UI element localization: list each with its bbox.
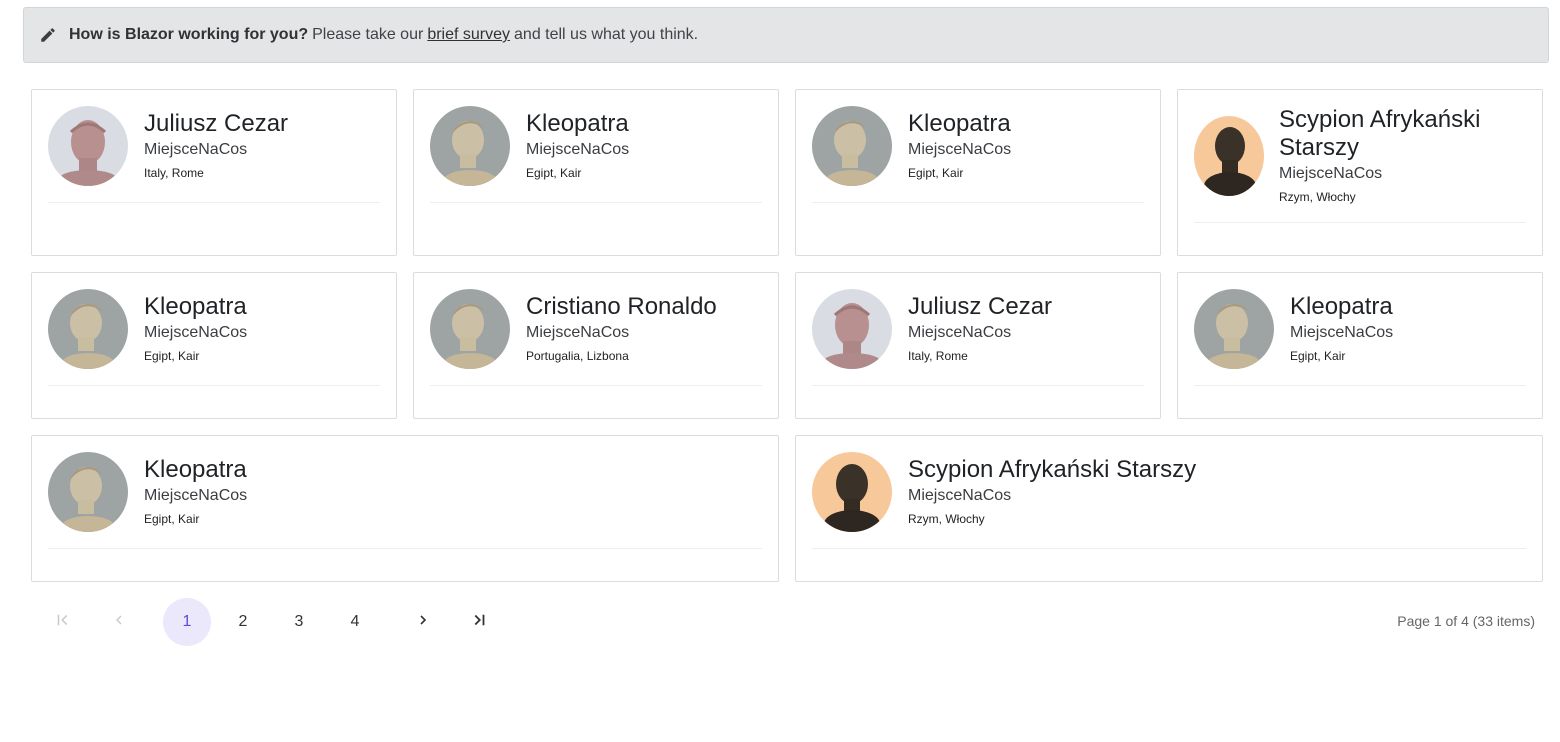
person-location: Egipt, Kair <box>144 512 200 526</box>
page-2-button[interactable]: 2 <box>219 598 267 646</box>
card-divider <box>812 202 1144 203</box>
next-page-icon <box>415 612 431 633</box>
avatar-caesar-bust <box>812 289 892 369</box>
person-name: Kleopatra <box>144 293 247 320</box>
person-place: MiejsceNaCos <box>1279 165 1383 182</box>
avatar-cleopatra-bust <box>48 452 128 532</box>
person-card[interactable]: Scypion Afrykański Starszy MiejsceNaCos … <box>795 435 1543 582</box>
person-location: Rzym, Włochy <box>1279 190 1356 204</box>
survey-banner: How is Blazor working for you? Please ta… <box>23 7 1549 63</box>
card-divider <box>812 385 1144 386</box>
pencil-icon <box>39 26 57 44</box>
prev-page-icon <box>111 612 127 633</box>
person-card[interactable]: Kleopatra MiejsceNaCos Egipt, Kair <box>413 89 779 256</box>
person-name: Juliusz Cezar <box>908 293 1053 320</box>
person-location: Rzym, Włochy <box>908 512 985 526</box>
person-location: Egipt, Kair <box>1290 349 1346 363</box>
banner-question: How is Blazor working for you? <box>69 26 309 43</box>
pager-summary: Page 1 of 4 (33 items) <box>1397 613 1535 629</box>
person-place: MiejsceNaCos <box>144 141 248 158</box>
avatar-cleopatra-bust <box>430 289 510 369</box>
person-location: Italy, Rome <box>144 166 204 180</box>
person-place: MiejsceNaCos <box>144 324 248 341</box>
pager: 1 2 3 4 Page 1 of 4 (33 items) <box>31 598 1543 646</box>
person-card[interactable]: Kleopatra MiejsceNaCos Egipt, Kair <box>795 89 1161 256</box>
person-place: MiejsceNaCos <box>526 141 630 158</box>
avatar-cleopatra-bust <box>1194 289 1274 369</box>
person-card[interactable]: Kleopatra MiejsceNaCos Egipt, Kair <box>31 435 779 582</box>
person-card[interactable]: Juliusz Cezar MiejsceNaCos Italy, Rome <box>31 89 397 256</box>
avatar-cleopatra-bust <box>430 106 510 186</box>
avatar-scipio-bust <box>1194 116 1264 196</box>
person-place: MiejsceNaCos <box>1290 324 1394 341</box>
next-page-button[interactable] <box>399 598 447 646</box>
person-location: Egipt, Kair <box>526 166 582 180</box>
person-place: MiejsceNaCos <box>526 324 630 341</box>
page-3-button[interactable]: 3 <box>275 598 323 646</box>
first-page-icon <box>54 611 72 634</box>
person-location: Portugalia, Lizbona <box>526 349 629 363</box>
survey-link[interactable]: brief survey <box>427 26 510 44</box>
card-divider <box>812 548 1526 549</box>
card-divider <box>1194 222 1526 223</box>
person-name: Kleopatra <box>908 110 1011 137</box>
page-4-button[interactable]: 4 <box>331 598 379 646</box>
person-place: MiejsceNaCos <box>908 487 1012 504</box>
card-divider <box>48 202 380 203</box>
card-divider <box>430 385 762 386</box>
card-divider <box>430 202 762 203</box>
avatar-cleopatra-bust <box>812 106 892 186</box>
person-name: Kleopatra <box>1290 293 1393 320</box>
last-page-icon <box>470 611 488 634</box>
person-card[interactable]: Juliusz Cezar MiejsceNaCos Italy, Rome <box>795 272 1161 419</box>
card-divider <box>48 548 762 549</box>
person-place: MiejsceNaCos <box>908 324 1012 341</box>
first-page-button[interactable] <box>39 598 87 646</box>
avatar-caesar-bust <box>48 106 128 186</box>
avatar-scipio-bust <box>812 452 892 532</box>
person-name: Scypion Afrykański Starszy <box>1279 106 1481 161</box>
person-name: Kleopatra <box>526 110 629 137</box>
person-location: Italy, Rome <box>908 349 968 363</box>
card-divider <box>48 385 380 386</box>
card-divider <box>1194 385 1526 386</box>
page-1-button[interactable]: 1 <box>163 598 211 646</box>
person-name: Scypion Afrykański Starszy <box>908 456 1197 483</box>
person-card[interactable]: Kleopatra MiejsceNaCos Egipt, Kair <box>31 272 397 419</box>
person-name: Kleopatra <box>144 456 247 483</box>
person-card[interactable]: Cristiano Ronaldo MiejsceNaCos Portugali… <box>413 272 779 419</box>
banner-text-post: and tell us what you think. <box>514 26 699 43</box>
person-place: MiejsceNaCos <box>144 487 248 504</box>
banner-text-pre: Please take our <box>312 26 424 43</box>
prev-page-button[interactable] <box>95 598 143 646</box>
person-name: Juliusz Cezar <box>144 110 289 137</box>
avatar-cleopatra-bust <box>48 289 128 369</box>
person-location: Egipt, Kair <box>908 166 964 180</box>
person-name: Cristiano Ronaldo <box>526 293 717 320</box>
person-card[interactable]: Scypion Afrykański Starszy MiejsceNaCos … <box>1177 89 1543 256</box>
last-page-button[interactable] <box>455 598 503 646</box>
person-card[interactable]: Kleopatra MiejsceNaCos Egipt, Kair <box>1177 272 1543 419</box>
person-location: Egipt, Kair <box>144 349 200 363</box>
person-place: MiejsceNaCos <box>908 141 1012 158</box>
